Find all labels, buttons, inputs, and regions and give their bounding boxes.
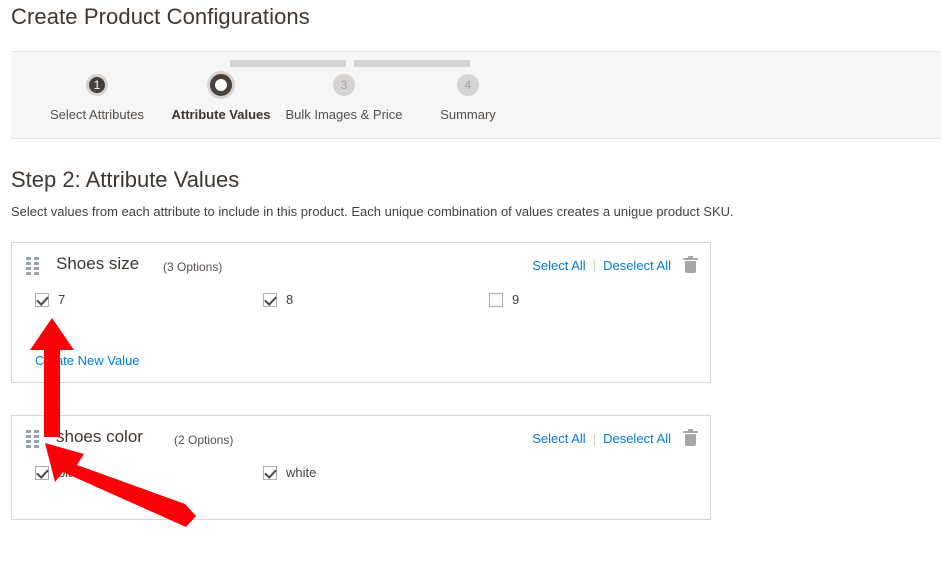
attribute-panel-actions: Select All | Deselect All [532,429,698,447]
wizard-step-summary[interactable]: 4 Summary [406,74,530,123]
option-item[interactable]: white [263,465,316,480]
drag-handle-icon[interactable] [26,257,39,275]
wizard-step-2-bullet-wrap: 2 [159,74,283,98]
option-label: black [58,465,89,480]
option-item[interactable]: 9 [489,292,519,307]
wizard-step-1-number: 1 [86,74,108,96]
wizard-step-4-bullet-wrap: 4 [406,74,530,98]
wizard-step-4-label: Summary [440,107,496,122]
wizard-step-bulk-images-price[interactable]: 3 Bulk Images & Price [282,74,406,123]
attribute-name: shoes color [56,427,143,446]
wizard-step-2-number: 2 [210,74,232,96]
attribute-options-row: 7 8 9 [12,287,710,319]
attribute-panel-header: Shoes size (3 Options) Select All | Dese… [12,243,710,287]
option-checkbox[interactable] [35,292,49,307]
attribute-panel-header: shoes color (2 Options) Select All | Des… [12,416,710,460]
attribute-panel-shoes-size: Shoes size (3 Options) Select All | Dese… [11,242,711,383]
option-checkbox[interactable] [263,465,277,480]
wizard-step-4-number: 4 [457,74,479,96]
deselect-all-link[interactable]: Deselect All [603,431,671,446]
option-checkbox[interactable] [263,292,277,307]
select-all-link[interactable]: Select All [532,431,585,446]
wizard-step-3-label: Bulk Images & Price [285,107,403,122]
section-heading: Step 2: Attribute Values [11,167,240,192]
wizard-step-attribute-values[interactable]: 2 Attribute Values [159,74,283,123]
wizard-step-3-number: 3 [333,74,355,96]
option-item[interactable]: black [35,465,88,480]
option-label: 8 [286,292,294,307]
wizard-step-1-label: Select Attributes [50,107,144,122]
wizard-step-3-bullet-wrap: 3 [282,74,406,98]
action-separator: | [592,258,597,273]
attribute-panel-actions: Select All | Deselect All [532,256,698,274]
wizard-step-1-bullet-wrap: 1 [35,74,159,98]
option-item[interactable]: 8 [263,292,293,307]
wizard-connector-3-4 [354,60,470,67]
deselect-all-link[interactable]: Deselect All [603,258,671,273]
attribute-panel-shoes-color: shoes color (2 Options) Select All | Des… [11,415,711,520]
option-item[interactable]: 7 [35,292,65,307]
wizard-step-select-attributes[interactable]: 1 Select Attributes [35,74,159,123]
section-description: Select values from each attribute to inc… [11,204,734,219]
option-checkbox[interactable] [489,292,503,307]
option-label: 9 [512,292,520,307]
attribute-option-count: (3 Options) [163,260,223,274]
option-checkbox[interactable] [35,465,49,480]
action-separator: | [592,431,597,446]
wizard-steps-track: 1 Select Attributes 2 Attribute Values 3… [11,52,511,140]
trash-icon[interactable] [683,256,698,274]
trash-icon[interactable] [683,429,698,447]
attribute-options-row: black white [12,460,710,492]
select-all-link[interactable]: Select All [532,258,585,273]
drag-handle-icon[interactable] [26,430,39,448]
wizard-progress-bar: 1 Select Attributes 2 Attribute Values 3… [11,51,941,139]
attribute-option-count: (2 Options) [174,433,234,447]
wizard-connector-2-3 [230,60,346,67]
wizard-step-2-label: Attribute Values [171,107,271,122]
attribute-name: Shoes size [56,254,140,273]
option-label: 7 [58,292,66,307]
create-new-value-link[interactable]: Create New Value [35,353,140,368]
page-title: Create Product Configurations [11,4,310,29]
option-label: white [286,465,317,480]
